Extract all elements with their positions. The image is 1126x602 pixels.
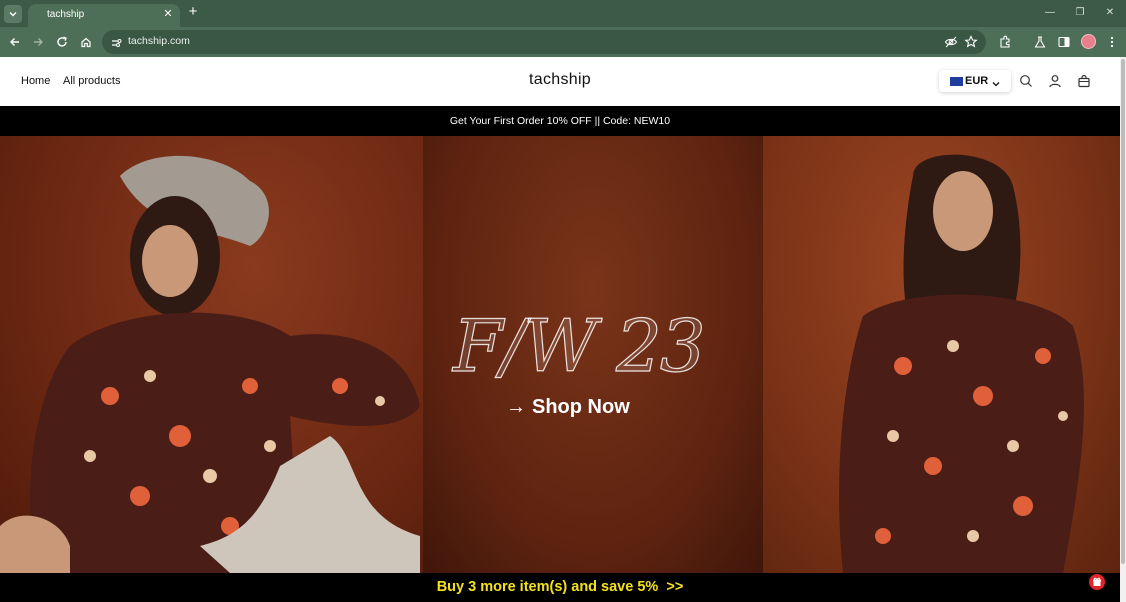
web-page: Home All products tachship EUR Get Your … bbox=[0, 57, 1120, 602]
eu-flag-icon bbox=[950, 77, 963, 86]
chevron-down-icon bbox=[991, 76, 1001, 87]
hero-banner[interactable]: F/W 23 → Shop Now bbox=[0, 136, 1120, 573]
shop-now-button[interactable]: → Shop Now bbox=[506, 396, 630, 419]
menu-icon[interactable] bbox=[1105, 35, 1119, 49]
url-text: tachship.com bbox=[128, 35, 190, 47]
search-icon[interactable] bbox=[1019, 74, 1033, 88]
site-header: Home All products tachship EUR bbox=[0, 57, 1120, 106]
browser-tab-strip: tachship ✕ + — ❐ ✕ bbox=[0, 0, 1126, 27]
hero-title: F/W 23 bbox=[452, 303, 706, 388]
scrollbar-thumb[interactable] bbox=[1121, 59, 1125, 564]
announcement-bar: Get Your First Order 10% OFF || Code: NE… bbox=[0, 106, 1120, 136]
plus-icon[interactable]: + bbox=[186, 4, 200, 19]
back-icon[interactable] bbox=[8, 35, 22, 49]
currency-label: EUR bbox=[965, 75, 989, 87]
gift-icon[interactable] bbox=[1089, 574, 1105, 590]
reload-icon[interactable] bbox=[55, 35, 69, 49]
hero-photo-seated-model bbox=[0, 136, 423, 573]
arrow-right-icon: → bbox=[506, 396, 526, 418]
shop-now-label: Shop Now bbox=[532, 396, 630, 418]
hero-photo-model-portrait bbox=[763, 136, 1120, 573]
home-icon[interactable] bbox=[79, 35, 93, 49]
close-icon[interactable]: ✕ bbox=[162, 8, 174, 20]
address-bar[interactable]: tachship.com bbox=[102, 30, 986, 54]
site-info-icon[interactable] bbox=[110, 36, 122, 48]
extensions-icon[interactable] bbox=[998, 35, 1012, 49]
forward-icon[interactable] bbox=[31, 35, 45, 49]
labs-icon[interactable] bbox=[1033, 35, 1047, 49]
minimize-icon[interactable]: — bbox=[1044, 6, 1056, 20]
side-panel-icon[interactable] bbox=[1057, 35, 1071, 49]
restore-icon[interactable]: ❐ bbox=[1074, 6, 1086, 20]
close-window-icon[interactable]: ✕ bbox=[1104, 6, 1116, 20]
browser-tab[interactable]: tachship ✕ bbox=[28, 4, 180, 27]
account-icon[interactable] bbox=[1048, 74, 1062, 88]
currency-selector[interactable]: EUR bbox=[939, 70, 1011, 92]
eye-off-icon[interactable] bbox=[944, 35, 958, 49]
cart-icon[interactable] bbox=[1077, 74, 1091, 88]
star-icon[interactable] bbox=[964, 35, 978, 49]
page-scrollbar[interactable] bbox=[1120, 57, 1126, 602]
avatar[interactable] bbox=[1081, 34, 1096, 49]
tab-title: tachship bbox=[47, 9, 85, 20]
promo-bar[interactable]: Buy 3 more item(s) and save 5% >> bbox=[0, 573, 1120, 602]
tab-list-icon[interactable] bbox=[4, 5, 22, 23]
browser-toolbar: tachship.com bbox=[0, 27, 1126, 57]
